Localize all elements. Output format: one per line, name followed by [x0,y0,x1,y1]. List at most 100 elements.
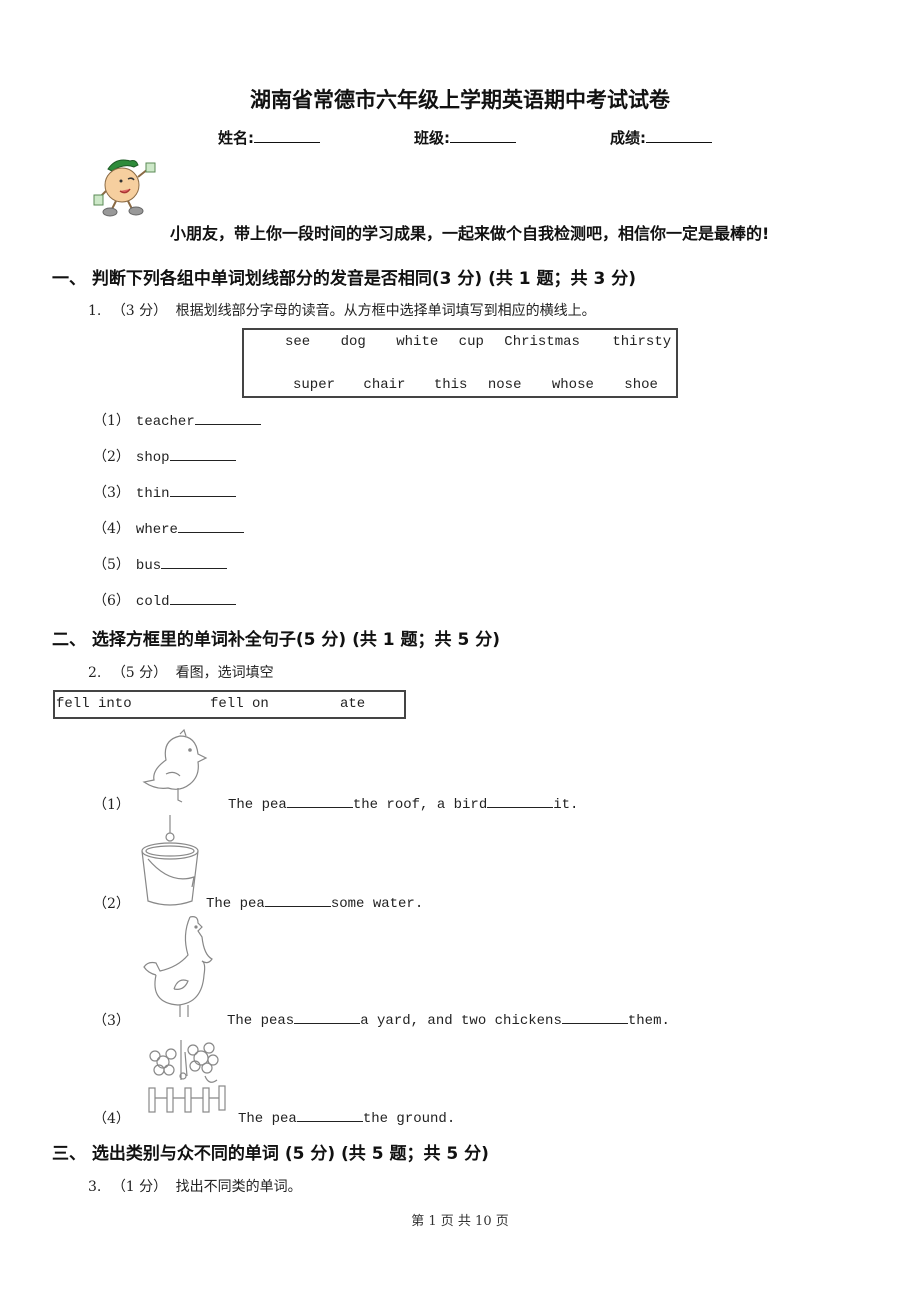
answer-blank[interactable] [487,794,554,808]
word-option: ate [340,696,366,712]
item-word: cold [135,594,170,610]
class-field[interactable]: 班级: [414,127,516,148]
answer-blank[interactable] [296,1108,363,1122]
sentence-part: The peas [227,1013,295,1029]
sentence-part: it. [553,797,579,813]
item-number: （2） [93,449,130,465]
question-2-item-1-sentence: The pea the roof, a bird it. [228,794,578,813]
question-1-item-5: （5） bus [93,554,228,574]
mascot-boy-icon [93,159,156,217]
answer-blank[interactable] [294,1010,361,1024]
answer-blank[interactable] [169,591,236,605]
item-number: （3） [93,485,130,501]
question-3-header: 3. （1 分） 找出不同类的单词。 [88,1176,302,1196]
question-1-item-3: （3） thin [93,482,236,502]
bucket-icon [141,815,199,906]
score-field[interactable]: 成绩: [610,127,712,148]
item-word: thin [135,486,170,502]
question-2-instruction: 看图，选词填空 [175,665,274,681]
question-3-number: 3. [88,1179,102,1195]
class-blank[interactable] [450,128,516,143]
answer-blank[interactable] [561,1010,628,1024]
question-2-item-1: （1） [93,794,130,814]
word-option: chair [363,377,406,393]
item-number: （1） [93,413,130,429]
word-option: white [396,334,439,350]
question-1-item-4: （4） where [93,518,244,538]
name-field[interactable]: 姓名: [218,127,320,148]
word-option: super [293,377,336,393]
item-word: where [135,522,178,538]
sentence-part: the ground. [362,1111,456,1127]
item-number: （4） [93,1111,130,1127]
word-option: fell on [210,696,269,712]
class-label: 班级: [414,129,450,147]
sentence-part: a yard, and two chickens [360,1013,562,1029]
word-option: see [285,334,311,350]
question-2-points: （5 分） [111,665,168,681]
item-number: （4） [93,521,130,537]
question-1-points: （3 分） [111,303,168,319]
question-2-item-2: （2） [93,893,130,913]
item-number: （5） [93,557,130,573]
question-2-header: 2. （5 分） 看图，选词填空 [88,662,274,682]
word-option: dog [340,334,366,350]
item-number: （6） [93,593,130,609]
question-1-item-2: （2） shop [93,446,236,466]
sentence-part: The pea [238,1111,297,1127]
name-label: 姓名: [218,129,254,147]
question-1-number: 1. [88,303,102,319]
intro-slogan: 小朋友，带上你一段时间的学习成果，一起来做个自我检测吧，相信你一定是最棒的! [170,224,770,243]
question-2-number: 2. [88,665,102,681]
question-1-header: 1. （3 分） 根据划线部分字母的读音。从方框中选择单词填写到相应的横线上。 [88,300,596,320]
word-option: shoe [624,377,658,393]
item-word: shop [135,450,170,466]
question-2-item-4-sentence: The pea the ground. [238,1108,455,1127]
score-blank[interactable] [646,128,712,143]
score-label: 成绩: [610,129,646,147]
item-word: bus [135,558,162,574]
question-2-item-2-sentence: The pea some water. [206,893,423,912]
sentence-part: them. [627,1013,670,1029]
question-3-points: （1 分） [111,1179,168,1195]
word-option: this [433,377,468,393]
name-blank[interactable] [254,128,320,143]
item-word: teacher [135,414,195,430]
flowers-fence-icon [148,1040,226,1113]
word-option: nose [487,377,522,393]
word-option: fell into [56,696,132,712]
answer-blank[interactable] [286,794,353,808]
answer-blank[interactable] [169,447,236,461]
question-1-instruction: 根据划线部分字母的读音。从方框中选择单词填写到相应的横线上。 [175,303,596,319]
sentence-part: some water. [330,896,424,912]
item-number: （2） [93,896,130,912]
item-number: （1） [93,797,130,813]
chicken-icon [143,916,213,1017]
question-3-instruction: 找出不同类的单词。 [175,1179,302,1195]
sentence-part: The pea [228,797,287,813]
sentence-part: the roof, a bird [352,797,488,813]
item-number: （3） [93,1013,130,1029]
page-title: 湖南省常德市六年级上学期英语期中考试试卷 [250,88,670,112]
question-2-item-4: （4） [93,1108,130,1128]
question-1-item-1: （1） teacher [93,410,261,430]
word-option: Christmas [504,334,580,350]
section-1-heading: 一、 判断下列各组中单词划线部分的发音是否相同(3 分) (共 1 题；共 3 … [52,269,636,289]
section-2-heading: 二、 选择方框里的单词补全句子(5 分) (共 1 题；共 5 分) [52,630,500,650]
page-footer: 第 1 页 共 10 页 [411,1214,509,1229]
bird-icon [142,728,208,803]
sentence-part: The pea [206,896,265,912]
section-3-heading: 三、 选出类别与众不同的单词 (5 分) (共 5 题；共 5 分) [52,1144,489,1164]
answer-blank[interactable] [177,519,244,533]
answer-blank[interactable] [161,555,228,569]
word-box-1-row-1: see dog white cup Christmas thirsty [285,334,671,350]
word-option: thirsty [612,334,672,350]
answer-blank[interactable] [264,893,331,907]
answer-blank[interactable] [169,483,236,497]
word-box-1-row-2: super chair this nose whose shoe [293,377,658,393]
word-option: cup [458,334,484,350]
answer-blank[interactable] [194,411,261,425]
question-2-item-3-sentence: The peas a yard, and two chickens them. [227,1010,670,1029]
question-1-item-6: （6） cold [93,590,236,610]
word-option: whose [551,377,594,393]
